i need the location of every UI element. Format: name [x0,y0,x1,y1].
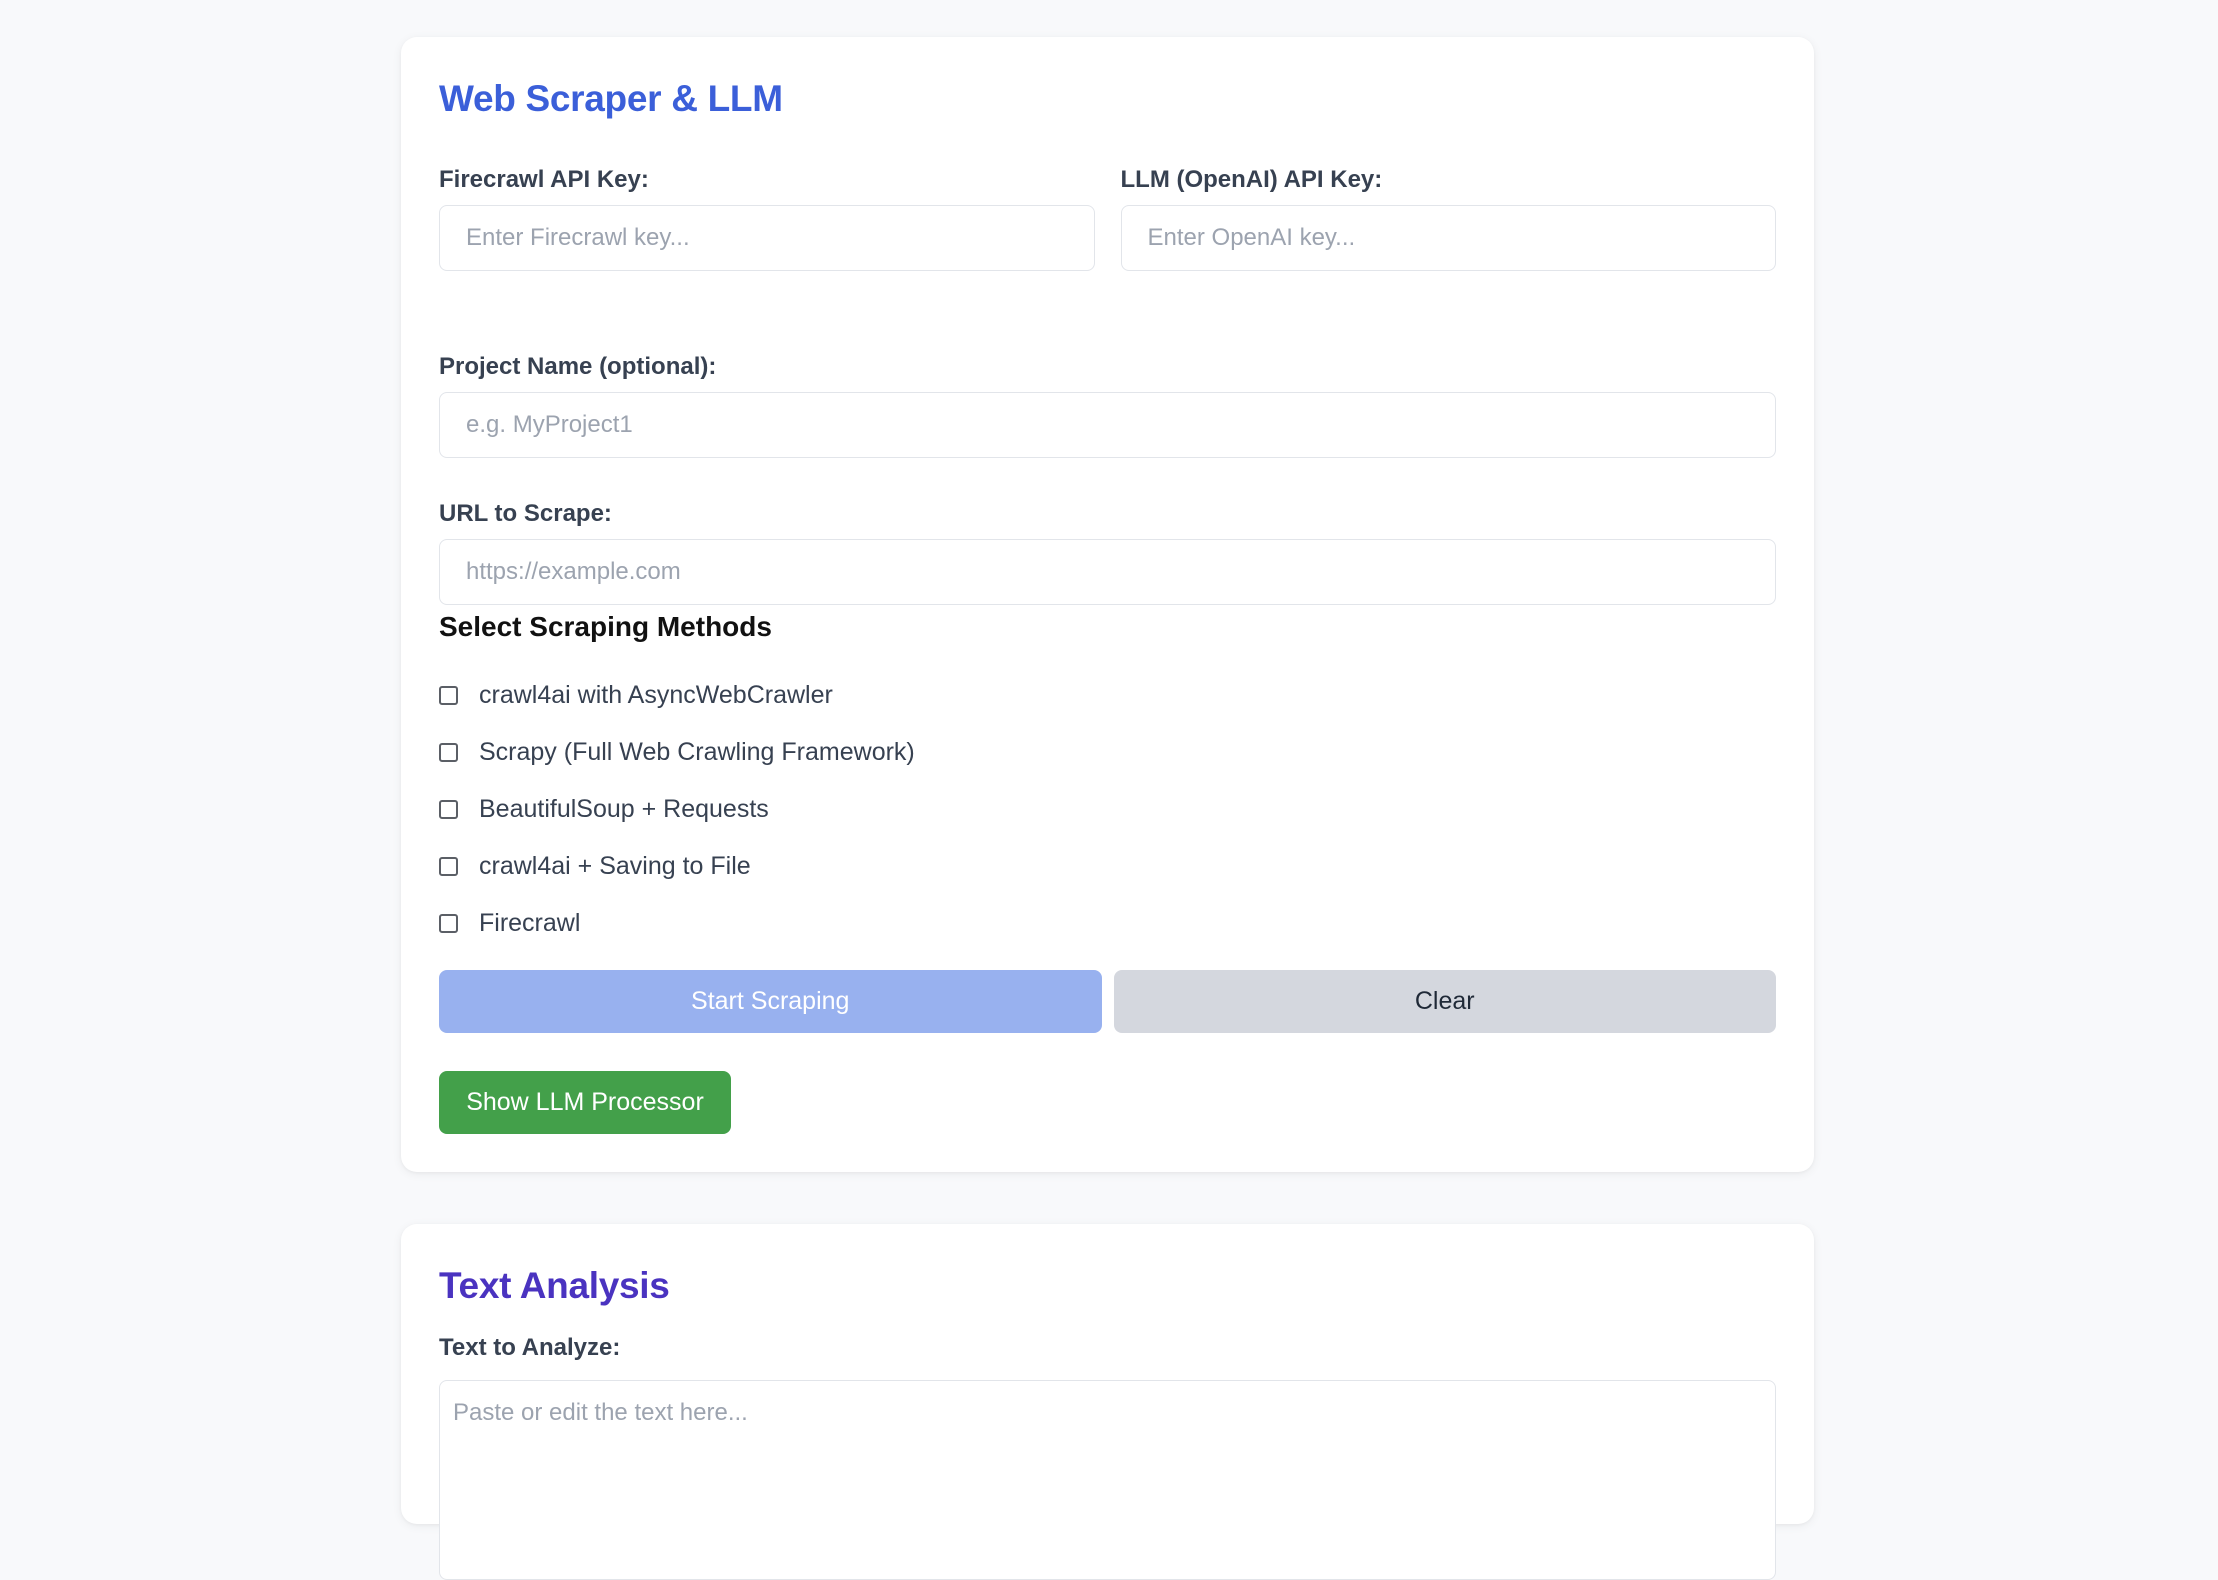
method-label: Scrapy (Full Web Crawling Framework) [479,738,915,766]
clear-button[interactable]: Clear [1113,970,1776,1033]
method-crawl4ai-async[interactable]: crawl4ai with AsyncWebCrawler [439,667,915,724]
method-label: Firecrawl [479,909,581,937]
llm-key-label: LLM (OpenAI) API Key: [1120,166,1383,193]
checkbox[interactable] [439,800,458,819]
api-keys-row: Firecrawl API Key: Enter Firecrawl key..… [439,165,1776,271]
method-label: BeautifulSoup + Requests [479,795,769,823]
method-label: crawl4ai with AsyncWebCrawler [479,681,833,709]
start-scraping-button[interactable]: Start Scraping [439,970,1102,1033]
method-firecrawl[interactable]: Firecrawl [439,895,915,952]
llm-key-input[interactable]: Enter OpenAI key... [1120,205,1776,271]
method-label: crawl4ai + Saving to File [479,852,751,880]
text-analyze-textarea[interactable]: Paste or edit the text here... [439,1380,1776,1580]
action-buttons: Start Scraping Clear [439,970,1776,1033]
text-analyze-label: Text to Analyze: [439,1334,621,1361]
method-scrapy[interactable]: Scrapy (Full Web Crawling Framework) [439,724,915,781]
url-field: URL to Scrape: https://example.com [439,499,1776,605]
url-input[interactable]: https://example.com [439,539,1776,605]
analysis-title: Text Analysis [439,1265,670,1306]
project-name-label: Project Name (optional): [439,353,717,380]
scraper-title: Web Scraper & LLM [439,78,783,119]
firecrawl-key-label: Firecrawl API Key: [439,166,649,193]
checkbox[interactable] [439,686,458,705]
method-beautifulsoup[interactable]: BeautifulSoup + Requests [439,781,915,838]
text-analyze-label-wrap: Text to Analyze: [439,1333,1776,1373]
url-label: URL to Scrape: [439,500,612,527]
show-llm-processor-button[interactable]: Show LLM Processor [439,1071,731,1134]
checkbox[interactable] [439,743,458,762]
firecrawl-key-field: Firecrawl API Key: Enter Firecrawl key..… [439,165,1095,271]
method-crawl4ai-save[interactable]: crawl4ai + Saving to File [439,838,915,895]
project-name-field: Project Name (optional): e.g. MyProject1 [439,352,1776,458]
checkbox[interactable] [439,857,458,876]
text-analysis-card: Text Analysis Text to Analyze: Paste or … [401,1224,1814,1580]
methods-heading: Select Scraping Methods [439,611,772,642]
project-name-input[interactable]: e.g. MyProject1 [439,392,1776,458]
firecrawl-key-input[interactable]: Enter Firecrawl key... [439,205,1095,271]
methods-list: crawl4ai with AsyncWebCrawler Scrapy (Fu… [439,667,915,952]
llm-key-field: LLM (OpenAI) API Key: Enter OpenAI key..… [1120,165,1776,271]
checkbox[interactable] [439,914,458,933]
scraper-card: Web Scraper & LLM Firecrawl API Key: Ent… [401,37,1814,1172]
